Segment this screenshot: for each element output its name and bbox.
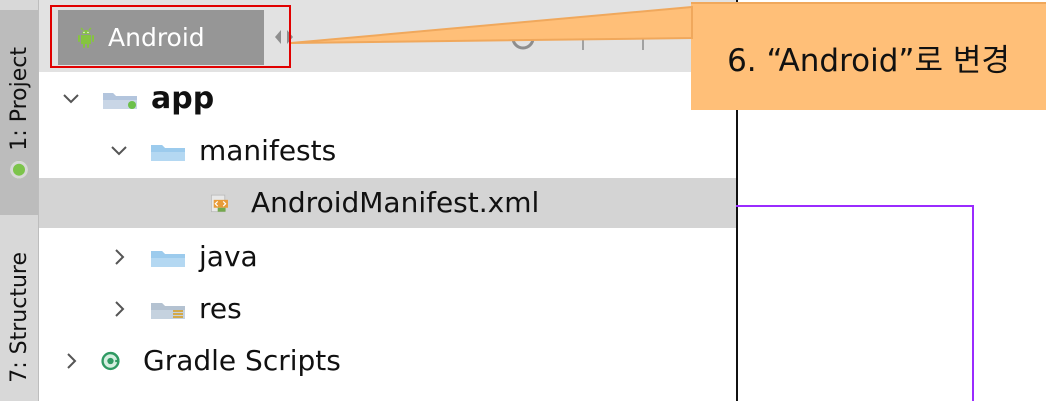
annotation-callout: 6. “Android”로 변경 (691, 2, 1046, 110)
tree-item-res[interactable]: res (39, 284, 736, 334)
tree-item-manifests[interactable]: manifests (39, 126, 736, 176)
chevron-down-icon[interactable] (59, 87, 83, 111)
chevron-right-icon[interactable] (59, 349, 83, 373)
project-tab-label: 1: Project (6, 46, 32, 151)
tree-item-gradle-scripts[interactable]: Gradle Scripts (39, 336, 736, 386)
tree-label-manifests: manifests (199, 134, 337, 167)
tree-label-app: app (151, 81, 215, 116)
tree-label-gradle-scripts: Gradle Scripts (143, 344, 341, 377)
left-tool-window-strip: 1: Project 7: Structure (0, 0, 39, 401)
structure-tool-window-tab[interactable]: 7: Structure (0, 242, 38, 392)
screenshot-page: 1: Project 7: Structure Android app mani… (0, 0, 1046, 401)
project-tab-text: 1: Project (7, 47, 32, 179)
project-tool-window-tab[interactable]: 1: Project (0, 10, 38, 215)
android-project-icon (10, 160, 28, 179)
settings-icon[interactable] (509, 24, 537, 52)
chevron-down-icon[interactable] (107, 139, 131, 163)
annotation-callout-text: 6. “Android”로 변경 (727, 42, 1010, 79)
collapse-icon[interactable] (629, 24, 657, 52)
purple-guide-line-vertical (972, 205, 974, 401)
folder-icon (151, 145, 185, 161)
tree-label-res: res (199, 292, 242, 325)
android-view-highlight-box (50, 5, 291, 68)
tree-label-java: java (199, 240, 258, 273)
tree-item-androidmanifest[interactable]: AndroidManifest.xml (39, 178, 736, 228)
xml-manifest-icon (210, 194, 228, 213)
module-folder-icon (103, 93, 137, 109)
tree-label-androidmanifest: AndroidManifest.xml (251, 186, 540, 219)
project-toolbar-icons (509, 14, 709, 62)
structure-tab-label: 7: Structure (6, 251, 32, 383)
structure-tab-text: 7: Structure (7, 252, 32, 383)
tree-item-app[interactable]: app (39, 74, 736, 124)
resource-folder-icon (151, 303, 185, 319)
gradle-icon (101, 351, 120, 371)
chevron-right-icon[interactable] (107, 297, 131, 321)
purple-guide-line-horizontal (736, 205, 974, 207)
tree-item-java[interactable]: java (39, 232, 736, 282)
project-tree: app manifests AndroidManifest.xml java r… (39, 74, 736, 401)
pin-icon[interactable] (569, 24, 597, 52)
folder-icon (151, 251, 185, 267)
chevron-right-icon[interactable] (107, 245, 131, 269)
